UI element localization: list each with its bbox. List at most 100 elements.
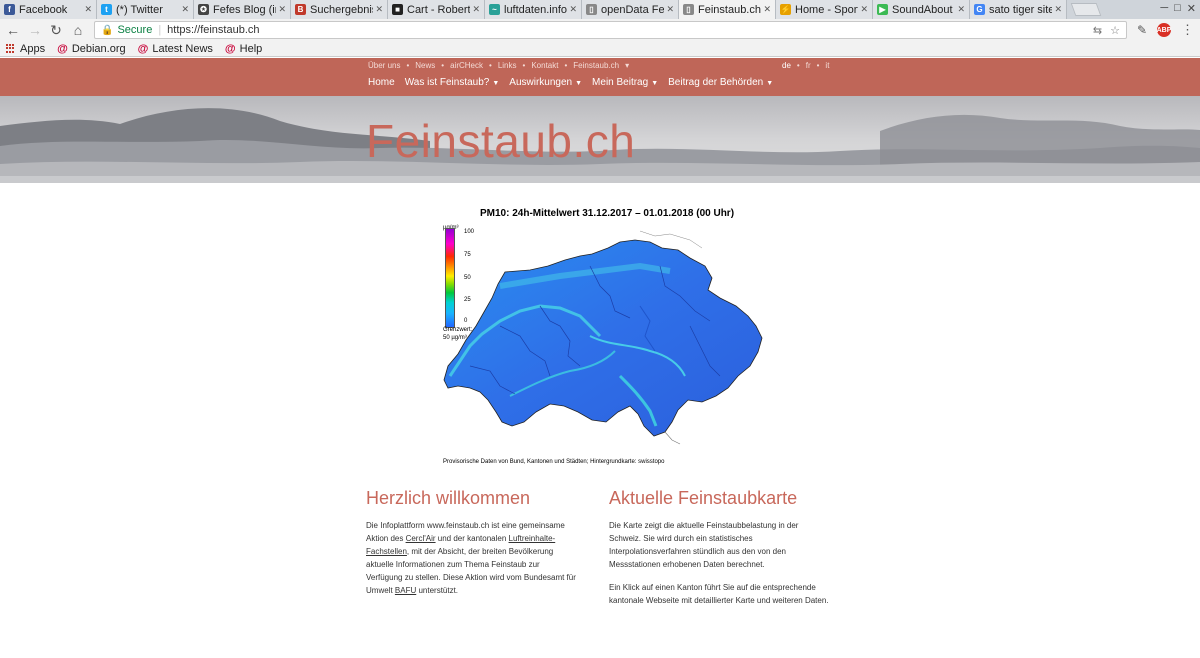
tab-favicon-icon: ✪ [198,4,209,15]
tab-close-icon[interactable]: ✕ [763,4,771,15]
tab-favicon-icon: ⚡ [780,4,791,15]
close-window-icon[interactable]: ✕ [1187,2,1196,15]
browser-tab[interactable]: ✪ Fefes Blog (inc✕ [194,0,291,19]
tab-close-icon[interactable]: ✕ [1054,4,1062,15]
tab-title: (*) Twitter [116,3,163,16]
bookmark-label: Latest News [152,42,213,55]
apps-grid-icon [6,43,16,54]
tab-favicon-icon: B [295,4,306,15]
main-menu-label: Beitrag der Behörden [668,77,764,88]
language-link[interactable]: fr [806,61,811,70]
language-link[interactable]: de [782,61,791,70]
main-menu-item[interactable]: Auswirkungen ▼ [509,77,582,88]
tab-title: luftdaten.info - [504,3,568,16]
browser-tab[interactable]: Gsato tiger site ✕ [970,0,1067,19]
debian-swirl-icon: @ [224,42,236,55]
map-caption: Provisorische Daten von Bund, Kantonen u… [443,459,665,465]
tab-favicon-icon: ■ [392,4,403,15]
tab-close-icon[interactable]: ✕ [957,4,965,15]
tab-title: Cart - Roberts [407,3,471,16]
tab-title: Feinstaub.ch - [698,3,762,16]
bookmarks-bar: Apps @ Debian.org @ Latest News @ Help [0,41,1200,57]
browser-tab[interactable]: ▯ Feinstaub.ch - ✕ [679,0,776,19]
caret-down-icon: ▼ [766,80,774,87]
adblock-icon[interactable]: ABP [1157,23,1171,37]
browser-tab[interactable]: t (*) Twitter ✕ [97,0,194,19]
tab-favicon-icon: ~ [489,4,500,15]
text-fragment: und der kantonalen [435,534,509,543]
browser-tab[interactable]: ▯ openData Fein✕ [582,0,679,19]
current-map-paragraph-1: Die Karte zeigt die aktuelle Feinstaubbe… [609,521,799,569]
browser-toolbar: ← → ↻ ⌂ 🔒 Secure | https://feinstaub.ch … [0,19,1200,41]
forward-icon[interactable]: → [28,22,42,38]
site-navigation: Über uns • News • airCHeck • Links • Kontakt • Fei… [0,58,1200,96]
browser-tab[interactable]: ⚡ Home - Sports✕ [776,0,873,19]
meta-nav-link[interactable]: Über uns [368,61,400,70]
meta-nav-link[interactable]: Links [498,61,517,70]
tab-close-icon[interactable]: ✕ [181,4,189,15]
address-bar[interactable]: 🔒 Secure | https://feinstaub.ch ⇆ ☆ [94,21,1127,39]
browser-tab[interactable]: f Facebook ✕ [0,0,97,19]
main-menu-item[interactable]: Beitrag der Behörden ▼ [668,77,773,88]
tab-favicon-icon: ▶ [877,4,888,15]
url-text[interactable]: https://feinstaub.ch [167,24,259,36]
back-icon[interactable]: ← [6,22,20,38]
meta-separator: • [406,61,410,70]
meta-separator: • [489,61,492,70]
window-controls: ─ □ ✕ [1160,2,1196,15]
meta-separator: • [564,61,568,70]
reload-icon[interactable]: ↻ [50,22,62,39]
tab-close-icon[interactable]: ✕ [84,4,92,15]
browser-tab[interactable]: ■ Cart - Roberts ✕ [388,0,485,19]
extension-icon[interactable]: ✎ [1137,23,1147,37]
menu-icon[interactable]: ⋮ [1181,22,1194,38]
tab-close-icon[interactable]: ✕ [472,4,480,15]
secure-label: Secure [117,24,153,36]
browser-tab[interactable]: B Suchergebniss✕ [291,0,388,19]
tab-favicon-icon: ▯ [683,4,694,15]
main-menu-item[interactable]: Home [368,77,395,88]
tab-close-icon[interactable]: ✕ [666,4,674,15]
translate-icon[interactable]: ⇆ [1093,24,1102,37]
tab-close-icon[interactable]: ✕ [375,4,383,15]
language-switcher: de • fr • it [782,61,829,70]
tab-title: SoundAbout - [892,3,956,16]
bookmark-debian[interactable]: @ Debian.org [57,43,126,55]
meta-nav-link[interactable]: News [415,61,435,70]
bookmark-latest-news[interactable]: @ Latest News [138,43,213,55]
new-tab-button[interactable] [1070,3,1102,16]
lock-icon: 🔒 [101,24,114,36]
language-link[interactable]: it [825,61,829,70]
tab-close-icon[interactable]: ✕ [569,4,577,15]
meta-nav-link[interactable]: airCHeck [450,61,483,70]
language-separator: • [816,61,820,70]
tab-close-icon[interactable]: ✕ [860,4,868,15]
bookmark-apps[interactable]: Apps [6,43,45,55]
maximize-icon[interactable]: □ [1174,2,1181,15]
tab-favicon-icon: G [974,4,985,15]
bookmark-help[interactable]: @ Help [225,43,262,55]
switzerland-map[interactable] [440,226,770,456]
tab-strip: fFacebook✕t(*) Twitter✕✪Fefes Blog (inc✕… [0,0,1200,19]
main-menu-item[interactable]: Mein Beitrag ▼ [592,77,658,88]
current-map-paragraph-2: Ein Klick auf einen Kanton führt Sie auf… [609,583,829,605]
language-separator: • [796,61,800,70]
site-title[interactable]: Feinstaub.ch [366,114,635,168]
tab-close-icon[interactable]: ✕ [278,4,286,15]
browser-tab[interactable]: ▶ SoundAbout - ✕ [873,0,970,19]
home-icon[interactable]: ⌂ [72,22,84,38]
chevron-down-icon: ▾ [625,61,630,70]
meta-nav-link[interactable]: Feinstaub.ch [573,61,619,70]
tab-favicon-icon: f [4,4,15,15]
meta-nav-link[interactable]: Kontakt [531,61,558,70]
browser-tab[interactable]: ~ luftdaten.info - ✕ [485,0,582,19]
main-menu-label: Home [368,77,395,88]
tab-favicon-icon: t [101,4,112,15]
bafu-link[interactable]: BAFU [395,586,416,595]
minimize-icon[interactable]: ─ [1160,2,1168,15]
debian-swirl-icon: @ [57,42,68,55]
caret-down-icon: ▼ [575,80,583,87]
main-menu-item[interactable]: Was ist Feinstaub? ▼ [405,77,500,88]
bookmark-star-icon[interactable]: ☆ [1110,24,1120,37]
cerclair-link[interactable]: Cercl'Air [406,534,436,543]
